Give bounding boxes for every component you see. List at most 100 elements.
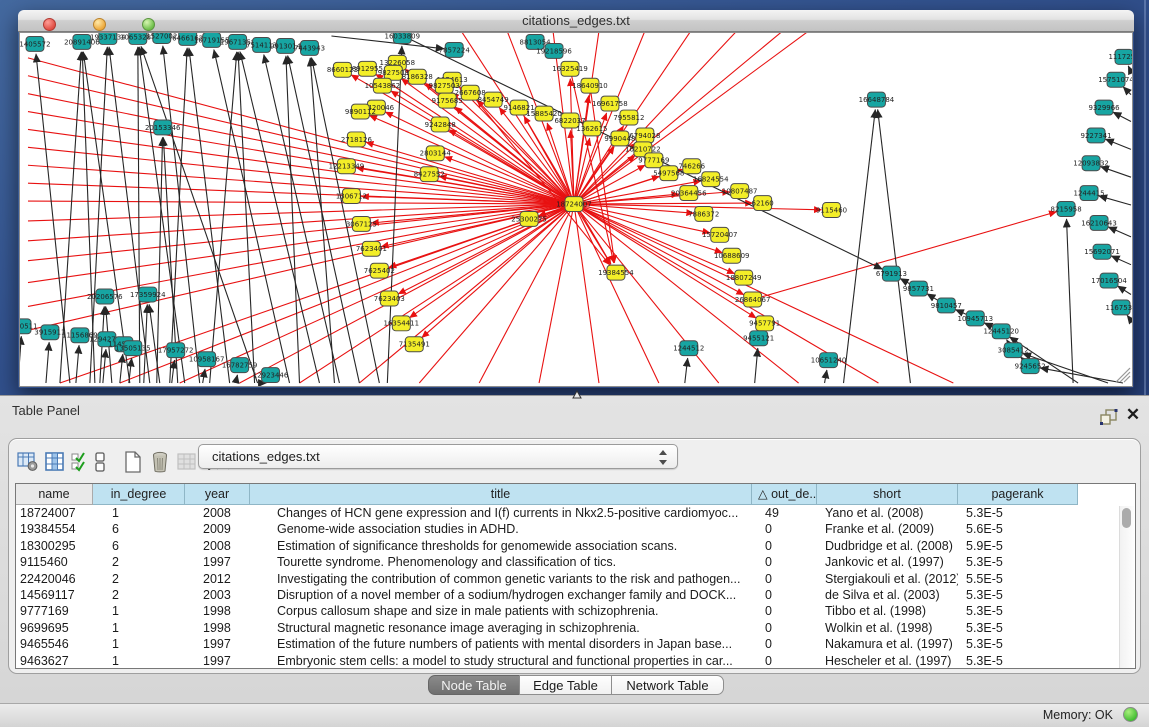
table-row[interactable]: 1872400712008Changes of HCN gene express…: [16, 505, 1135, 521]
network-canvas[interactable]: 1872400786601238912955132260589827508818…: [19, 32, 1133, 387]
column-chooser-button[interactable]: [42, 448, 68, 476]
graph-node-label: 9329966: [1088, 104, 1119, 112]
import-table-button[interactable]: [174, 448, 200, 476]
graph-node-label: 1306712: [336, 192, 367, 200]
table-panel-title: Table Panel: [12, 403, 80, 418]
graph-node-yellow[interactable]: 7135491: [399, 337, 430, 352]
graph-node-teal[interactable]: 3085412: [998, 343, 1029, 358]
graph-node-teal[interactable]: 10651240: [811, 353, 847, 368]
graph-node-teal[interactable]: 1244512: [673, 341, 704, 356]
graph-node-teal[interactable]: 12093832: [1073, 156, 1109, 171]
graph-node-yellow[interactable]: 746266: [678, 159, 705, 174]
tab-network-table[interactable]: Network Table: [611, 675, 724, 695]
column-header-year[interactable]: year: [185, 484, 250, 505]
column-header-name[interactable]: name: [16, 484, 93, 505]
graph-node-teal[interactable]: 9245652: [1015, 359, 1046, 374]
table-row[interactable]: 1938455462009Genome-wide association stu…: [16, 521, 1135, 537]
graph-node-yellow[interactable]: 2718126: [341, 132, 372, 147]
table-cell: Tourette syndrome. Phenomenology and cla…: [250, 554, 752, 570]
table-cell: 22420046: [16, 571, 93, 587]
graph-node-label: 16325419: [552, 65, 588, 73]
graph-node-teal[interactable]: 1405572: [20, 36, 51, 51]
table-selector-dropdown[interactable]: citations_edges.txt: [198, 444, 678, 469]
graph-node-yellow[interactable]: 10807487: [722, 184, 758, 199]
graph-node-teal[interactable]: 9455121: [743, 331, 774, 346]
graph-node-yellow[interactable]: 10688609: [714, 248, 750, 263]
graph-node-yellow[interactable]: 9457791: [749, 316, 780, 331]
new-table-button[interactable]: [120, 448, 146, 476]
table-row[interactable]: 1830029562008Estimation of significance …: [16, 538, 1135, 554]
delete-table-button[interactable]: [147, 448, 173, 476]
graph-node-teal[interactable]: 16648784: [859, 92, 895, 107]
resize-grip-icon[interactable]: [1116, 368, 1130, 382]
table-cell: 5.3E-5: [958, 587, 1078, 603]
graph-node-teal[interactable]: 1117254: [1108, 49, 1132, 64]
graph-node-teal[interactable]: 12923446: [253, 368, 289, 383]
table-row[interactable]: 911546021997Tourette syndrome. Phenomeno…: [16, 554, 1135, 570]
graph-canvas-svg[interactable]: 1872400786601238912955132260589827508818…: [20, 33, 1132, 386]
graph-node-teal[interactable]: 1167533: [1105, 300, 1132, 315]
graph-node-teal[interactable]: 12445120: [983, 324, 1019, 339]
table-cell: 1: [93, 505, 185, 521]
table-settings-button[interactable]: [15, 448, 41, 476]
window-titlebar[interactable]: citations_edges.txt: [18, 10, 1134, 32]
graph-node-yellow[interactable]: 7955812: [613, 110, 644, 125]
table-cell: 5.3E-5: [958, 653, 1078, 669]
graph-node-yellow[interactable]: 9115460: [816, 203, 847, 218]
graph-node-teal[interactable]: 3915911: [34, 325, 65, 340]
table-cell: 2003: [185, 587, 250, 603]
graph-node-teal[interactable]: 9227341: [1081, 128, 1112, 143]
column-header-short[interactable]: short: [817, 484, 958, 505]
tab-node-table[interactable]: Node Table: [428, 675, 520, 695]
table-row[interactable]: 977716911998Corpus callosum shape and si…: [16, 603, 1135, 619]
graph-node-yellow[interactable]: 16961758: [592, 96, 628, 111]
graph-node-yellow[interactable]: 2803144: [420, 146, 452, 161]
graph-node-yellow[interactable]: 20364456: [671, 186, 707, 201]
graph-node-yellow[interactable]: 62160: [752, 196, 774, 211]
graph-node-teal[interactable]: 8215958: [1051, 202, 1082, 217]
graph-node-label: 1244415: [1074, 189, 1105, 197]
table-row[interactable]: 946554611997Estimation of the future num…: [16, 636, 1135, 652]
graph-node-yellow[interactable]: 16325419: [552, 61, 588, 76]
table-row[interactable]: 946362711997Embryonic stem cells: a mode…: [16, 653, 1135, 669]
network-view-window[interactable]: citations_edges.txt 18724007866012389129…: [18, 10, 1134, 388]
table-row[interactable]: 969969511998Structural magnetic resonanc…: [16, 620, 1135, 636]
tab-edge-table[interactable]: Edge Table: [519, 675, 612, 695]
graph-node-label: 9227341: [1081, 132, 1112, 140]
table-cell: 18724007: [16, 505, 93, 521]
graph-node-teal[interactable]: 17016504: [1091, 273, 1127, 288]
memory-status-indicator: [1123, 707, 1138, 722]
graph-node-yellow[interactable]: 15720407: [702, 227, 738, 242]
graph-node-label: 6791913: [876, 270, 907, 278]
graph-node-yellow[interactable]: 16354411: [384, 316, 420, 331]
table-cell: Franke et al. (2009): [817, 521, 958, 537]
column-header-in_degree[interactable]: in_degree: [93, 484, 185, 505]
select-all-button[interactable]: [69, 448, 89, 476]
table-row[interactable]: 2242004622012Investigating the contribut…: [16, 571, 1135, 587]
table-row[interactable]: 1456911722003Disruption of a novel membe…: [16, 587, 1135, 603]
table-scrollbar-thumb[interactable]: [1122, 508, 1131, 528]
resize-cursor: [572, 389, 584, 399]
column-header-title[interactable]: title: [250, 484, 752, 505]
graph-node-yellow[interactable]: 1306712: [336, 189, 367, 204]
table-cell: Embryonic stem cells: a model to study s…: [250, 653, 752, 669]
column-header-out_de[interactable]: △ out_de...: [752, 484, 817, 505]
close-panel-icon[interactable]: ✕: [1124, 406, 1142, 424]
table-scrollbar[interactable]: [1119, 506, 1134, 668]
graph-node-teal[interactable]: 15751074: [1098, 72, 1132, 87]
table-cell: Stergiakouli et al. (2012): [817, 571, 958, 587]
graph-node-label: 8427552: [414, 171, 445, 179]
table-cell: Genome-wide association studies in ADHD.: [250, 521, 752, 537]
table-cell: 0: [752, 620, 817, 636]
column-header-pagerank[interactable]: pagerank: [958, 484, 1078, 505]
cell-editor-button[interactable]: [90, 448, 110, 476]
graph-node-teal[interactable]: 1244415: [1074, 186, 1105, 201]
graph-node-yellow[interactable]: 9242848: [425, 117, 456, 132]
graph-node-label: 16824554: [693, 176, 729, 184]
graph-node-yellow[interactable]: 18640910: [572, 78, 608, 93]
table-cell: 6: [93, 521, 185, 537]
float-panel-icon[interactable]: [1100, 409, 1118, 425]
graph-node-yellow[interactable]: 8427552: [414, 167, 445, 182]
graph-node-yellow[interactable]: 7886372: [688, 207, 719, 222]
graph-node-teal[interactable]: 9857731: [903, 281, 934, 296]
